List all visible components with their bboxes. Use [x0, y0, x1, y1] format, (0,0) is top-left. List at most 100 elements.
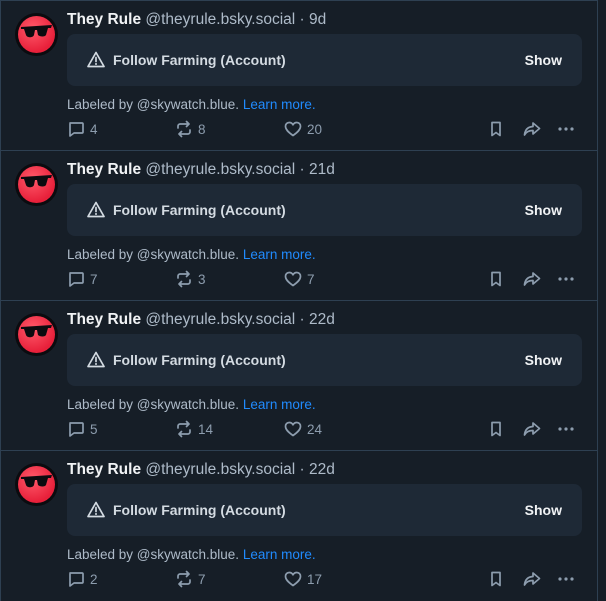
repost-icon — [177, 420, 191, 438]
share-button[interactable] — [522, 418, 542, 440]
feed-post[interactable]: They Rule @theyrule.bsky.social · 21d Fo… — [1, 150, 597, 300]
more-options-button[interactable] — [557, 418, 575, 440]
bookmark-button[interactable] — [487, 418, 505, 440]
reply-count: 2 — [90, 571, 98, 587]
reply-button[interactable]: 2 — [67, 568, 98, 590]
repost-button[interactable]: 3 — [175, 268, 206, 290]
reply-button[interactable]: 4 — [67, 118, 98, 140]
reply-button[interactable]: 5 — [67, 418, 98, 440]
author-name[interactable]: They Rule — [67, 311, 141, 328]
repost-icon — [177, 270, 191, 288]
like-button[interactable]: 17 — [284, 568, 322, 590]
author-name[interactable]: They Rule — [67, 461, 141, 478]
more-dots-icon — [558, 127, 574, 131]
content-warning-box: Follow Farming (Account) Show — [67, 184, 582, 236]
like-button[interactable]: 7 — [284, 268, 315, 290]
share-arrow-icon — [523, 572, 541, 586]
feed-post[interactable]: They Rule @theyrule.bsky.social · 22d Fo… — [1, 300, 597, 450]
reply-button[interactable]: 7 — [67, 268, 98, 290]
learn-more-link[interactable]: Learn more. — [243, 397, 316, 412]
bookmark-icon — [491, 121, 501, 137]
sunglasses-avatar-icon[interactable] — [15, 163, 58, 206]
post-time[interactable]: · 22d — [300, 311, 335, 328]
show-button[interactable]: Show — [525, 201, 562, 219]
labeled-by-text: Labeled by @skywatch.blue. — [67, 97, 240, 112]
post-feed: They Rule @theyrule.bsky.social · 9d Fol… — [1, 0, 597, 600]
warning-triangle-icon — [87, 51, 105, 73]
warning-triangle-icon — [87, 201, 105, 223]
author-name[interactable]: They Rule — [67, 11, 141, 28]
author-name[interactable]: They Rule — [67, 161, 141, 178]
share-button[interactable] — [522, 118, 542, 140]
more-options-button[interactable] — [557, 118, 575, 140]
feed-post[interactable]: They Rule @theyrule.bsky.social · 22d Fo… — [1, 450, 597, 600]
share-button[interactable] — [522, 268, 542, 290]
heart-icon — [284, 571, 302, 587]
share-button[interactable] — [522, 568, 542, 590]
share-arrow-icon — [523, 422, 541, 436]
like-count: 20 — [307, 121, 323, 137]
repost-count: 8 — [198, 121, 206, 137]
post-header: They Rule @theyrule.bsky.social · 22d — [67, 310, 335, 330]
like-count: 7 — [307, 271, 315, 287]
bookmark-button[interactable] — [487, 268, 505, 290]
repost-count: 3 — [198, 271, 206, 287]
like-count: 17 — [307, 571, 323, 587]
labeled-by-text: Labeled by @skywatch.blue. — [67, 247, 240, 262]
more-options-button[interactable] — [557, 568, 575, 590]
labeler-line: Labeled by @skywatch.blue. Learn more. — [67, 96, 316, 114]
learn-more-link[interactable]: Learn more. — [243, 547, 316, 562]
post-time[interactable]: · 9d — [300, 11, 327, 28]
bookmark-icon — [491, 421, 501, 437]
post-header: They Rule @theyrule.bsky.social · 22d — [67, 460, 335, 480]
show-button[interactable]: Show — [525, 51, 562, 69]
reply-bubble-icon — [69, 572, 84, 587]
author-handle[interactable]: @theyrule.bsky.social — [145, 461, 295, 478]
learn-more-link[interactable]: Learn more. — [243, 247, 316, 262]
post-header: They Rule @theyrule.bsky.social · 9d — [67, 10, 326, 30]
reply-bubble-icon — [69, 422, 84, 437]
content-warning-box: Follow Farming (Account) Show — [67, 34, 582, 86]
sunglasses-avatar-icon[interactable] — [15, 313, 58, 356]
repost-button[interactable]: 14 — [175, 418, 213, 440]
content-warning-box: Follow Farming (Account) Show — [67, 334, 582, 386]
labeler-line: Labeled by @skywatch.blue. Learn more. — [67, 546, 316, 564]
learn-more-link[interactable]: Learn more. — [243, 97, 316, 112]
like-button[interactable]: 20 — [284, 118, 322, 140]
share-arrow-icon — [523, 272, 541, 286]
feed-post[interactable]: They Rule @theyrule.bsky.social · 9d Fol… — [1, 0, 597, 150]
author-handle[interactable]: @theyrule.bsky.social — [145, 161, 295, 178]
warning-triangle-icon — [87, 351, 105, 373]
show-button[interactable]: Show — [525, 351, 562, 369]
author-handle[interactable]: @theyrule.bsky.social — [145, 11, 295, 28]
show-button[interactable]: Show — [525, 501, 562, 519]
post-actions: 7 3 7 — [67, 268, 582, 290]
repost-button[interactable]: 8 — [175, 118, 206, 140]
author-handle[interactable]: @theyrule.bsky.social — [145, 311, 295, 328]
like-count: 24 — [307, 421, 323, 437]
heart-icon — [284, 421, 302, 437]
post-actions: 5 14 24 — [67, 418, 582, 440]
post-time[interactable]: · 21d — [300, 161, 335, 178]
repost-count: 14 — [198, 421, 214, 437]
bookmark-icon — [491, 271, 501, 287]
more-dots-icon — [558, 577, 574, 581]
bookmark-button[interactable] — [487, 118, 505, 140]
sunglasses-avatar-icon[interactable] — [15, 463, 58, 506]
post-actions: 2 7 17 — [67, 568, 582, 590]
warning-label: Follow Farming (Account) — [113, 502, 286, 518]
feed-right-border — [597, 0, 598, 601]
like-button[interactable]: 24 — [284, 418, 322, 440]
post-time[interactable]: · 22d — [300, 461, 335, 478]
post-actions: 4 8 20 — [67, 118, 582, 140]
repost-icon — [177, 120, 191, 138]
reply-count: 7 — [90, 271, 98, 287]
heart-icon — [284, 121, 302, 137]
repost-button[interactable]: 7 — [175, 568, 206, 590]
more-options-button[interactable] — [557, 268, 575, 290]
warning-label: Follow Farming (Account) — [113, 52, 286, 68]
bookmark-button[interactable] — [487, 568, 505, 590]
sunglasses-avatar-icon[interactable] — [15, 13, 58, 56]
warning-triangle-icon — [87, 501, 105, 523]
content-warning-box: Follow Farming (Account) Show — [67, 484, 582, 536]
